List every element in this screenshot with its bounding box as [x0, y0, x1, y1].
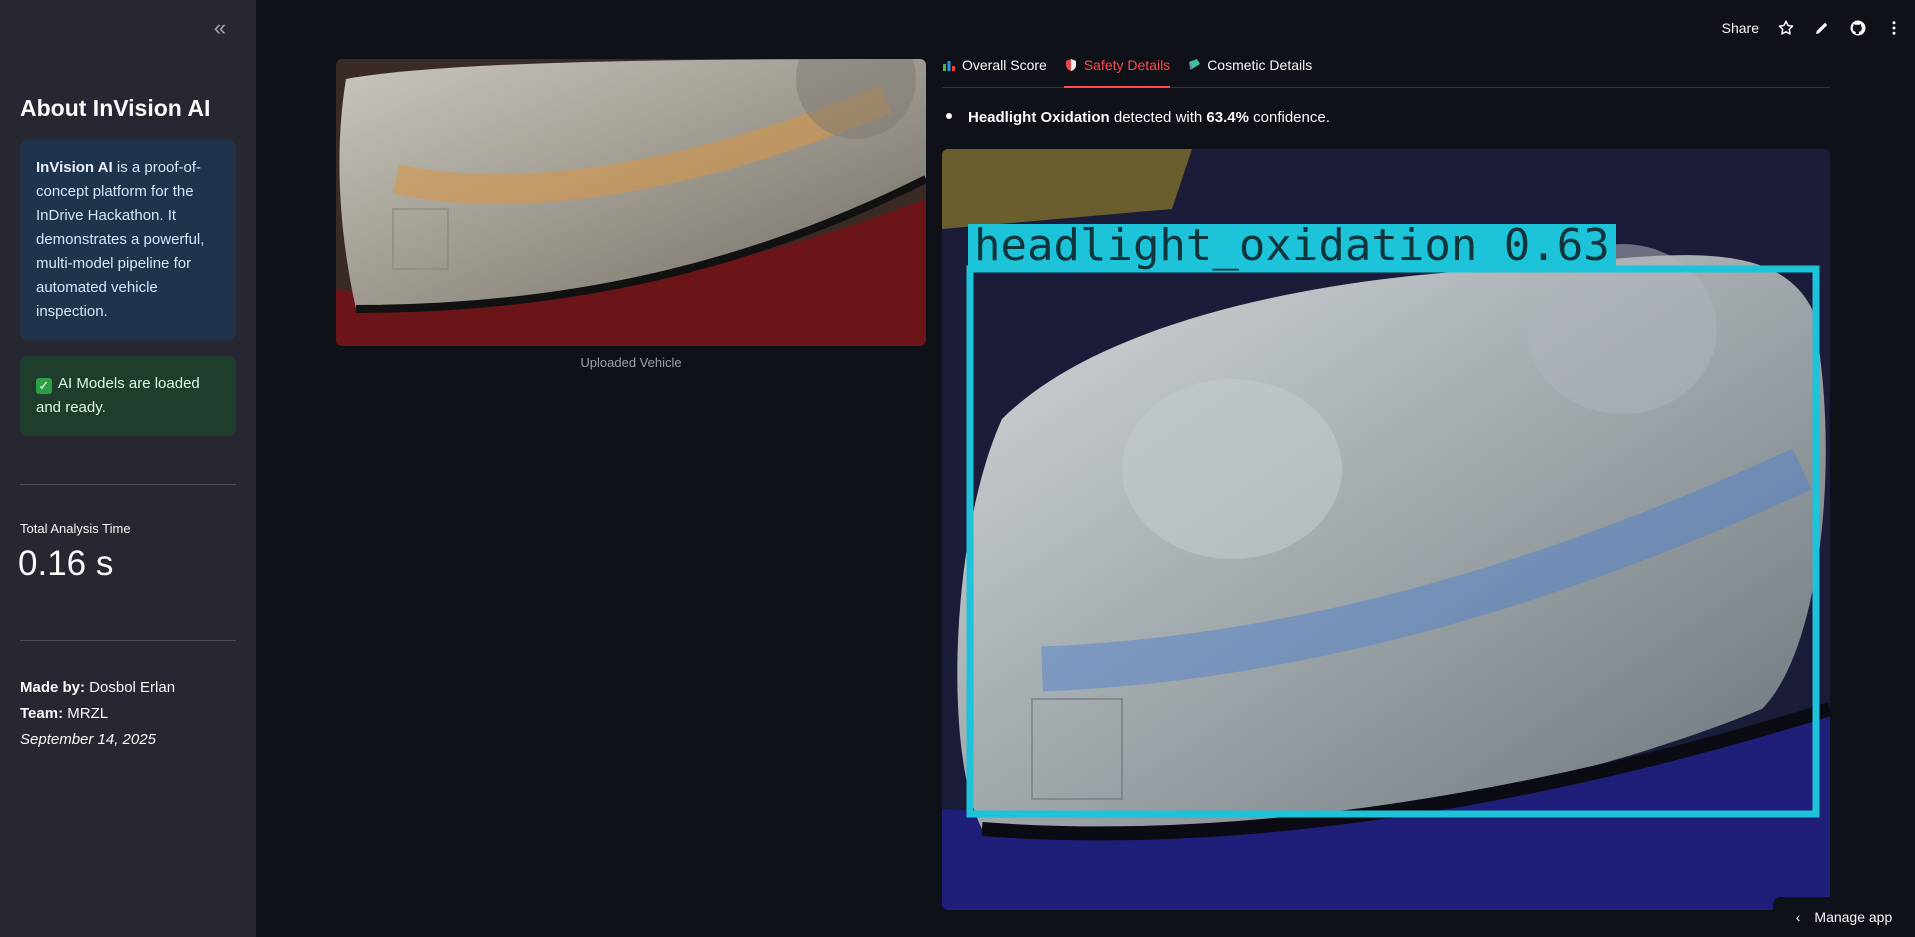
metric-label: Total Analysis Time — [20, 521, 131, 536]
edit-icon[interactable] — [1813, 19, 1831, 37]
metric-value: 0.16 s — [18, 544, 114, 583]
detection-result: Headlight Oxidation detected with 63.4% … — [946, 109, 1330, 126]
detection-image: headlight_oxidation 0.63 — [942, 149, 1830, 910]
detection-box-label: headlight_oxidation 0.63 — [968, 224, 1616, 268]
tab-label: Overall Score — [962, 57, 1047, 73]
uploaded-vehicle-image — [336, 59, 926, 346]
bar-chart-icon — [942, 58, 956, 72]
made-by-name: Dosbol Erlan — [85, 679, 176, 696]
chevron-left-icon: ‹ — [1795, 909, 1801, 925]
status-box: ✓ AI Models are loaded and ready. — [20, 356, 236, 436]
star-icon[interactable] — [1777, 19, 1795, 37]
tab-safety-details[interactable]: Safety Details — [1063, 56, 1171, 88]
tab-label: Safety Details — [1083, 57, 1171, 73]
sidebar-title: About InVision AI — [20, 95, 211, 121]
tab-cosmetic-details[interactable]: Cosmetic Details — [1187, 56, 1312, 88]
check-icon: ✓ — [36, 378, 52, 394]
paint-icon — [1187, 58, 1201, 72]
result-end: confidence. — [1248, 109, 1330, 126]
sidebar: « About InVision AI InVision AI is a pro… — [0, 0, 256, 937]
manage-app-button[interactable]: ‹ Manage app — [1773, 897, 1915, 937]
team-name: MRZL — [63, 705, 109, 722]
manage-app-label: Manage app — [1814, 909, 1893, 925]
made-by-label: Made by: — [20, 679, 86, 696]
info-name: InVision AI — [36, 159, 113, 176]
bullet — [946, 113, 952, 119]
collapse-sidebar-icon[interactable]: « — [208, 17, 232, 40]
date: September 14, 2025 — [20, 731, 156, 748]
team-label: Team: — [20, 705, 64, 722]
share-button[interactable]: Share — [1722, 20, 1759, 36]
tab-overall-score[interactable]: Overall Score — [942, 56, 1047, 88]
info-box: InVision AI is a proof-of-concept platfo… — [20, 140, 236, 340]
tab-label: Cosmetic Details — [1207, 57, 1313, 73]
more-menu-icon[interactable] — [1885, 19, 1903, 37]
info-text: is a proof-of-concept platform for the I… — [36, 159, 205, 320]
shield-icon — [1064, 58, 1078, 72]
result-mid: detected with — [1109, 109, 1207, 126]
divider — [20, 640, 236, 641]
divider — [20, 484, 236, 485]
defect-name: Headlight Oxidation — [968, 109, 1110, 126]
confidence-value: 63.4% — [1206, 109, 1249, 126]
image-caption: Uploaded Vehicle — [580, 355, 682, 370]
github-icon[interactable] — [1849, 19, 1867, 37]
credits: Made by: Dosbol Erlan Team: MRZL Septemb… — [20, 675, 175, 753]
toolbar: Share — [1722, 16, 1903, 40]
tab-bar: Overall Score Safety Details Cosmetic De… — [942, 56, 1830, 88]
status-text: AI Models are loaded and ready. — [36, 375, 200, 416]
